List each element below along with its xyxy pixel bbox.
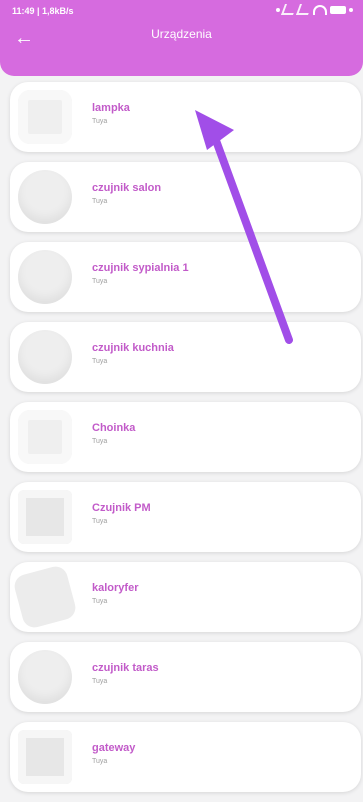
device-thumbnail bbox=[18, 410, 72, 464]
device-brand: Tuya bbox=[92, 518, 108, 525]
device-name: czujnik sypialnia 1 bbox=[92, 262, 189, 274]
bluetooth-icon bbox=[276, 7, 280, 12]
device-brand: Tuya bbox=[92, 598, 108, 605]
device-brand: Tuya bbox=[92, 358, 108, 365]
device-name: czujnik salon bbox=[92, 182, 162, 194]
device-card[interactable]: gateway Tuya bbox=[10, 722, 361, 792]
device-name: Choinka bbox=[92, 422, 136, 434]
device-thumbnail bbox=[18, 90, 72, 144]
device-card[interactable]: czujnik sypialnia 1 Tuya bbox=[10, 242, 361, 312]
device-name: Czujnik PM bbox=[92, 502, 151, 514]
device-brand: Tuya bbox=[92, 198, 108, 205]
page-title: Urządzenia bbox=[151, 27, 212, 41]
status-time: 11:49 | 1,8kB/s bbox=[12, 6, 74, 16]
signal-icon-2 bbox=[295, 4, 313, 15]
battery-icon bbox=[330, 5, 346, 14]
device-name: czujnik taras bbox=[92, 662, 159, 674]
charging-icon bbox=[349, 7, 353, 12]
device-card[interactable]: Czujnik PM Tuya bbox=[10, 482, 361, 552]
wifi-icon bbox=[313, 4, 327, 15]
app-bar: 11:49 | 1,8kB/s ← Urządzenia bbox=[0, 0, 363, 76]
device-card[interactable]: czujnik kuchnia Tuya bbox=[10, 322, 361, 392]
device-brand: Tuya bbox=[92, 758, 108, 765]
device-thumbnail bbox=[11, 563, 79, 631]
device-brand: Tuya bbox=[92, 678, 108, 685]
device-card[interactable]: kaloryfer Tuya bbox=[10, 562, 361, 632]
device-list: lampka Tuya czujnik salon Tuya czujnik s… bbox=[10, 82, 361, 802]
device-thumbnail bbox=[18, 650, 72, 704]
signal-icon bbox=[280, 4, 298, 15]
device-thumbnail bbox=[18, 490, 72, 544]
device-name: gateway bbox=[92, 742, 136, 754]
device-brand: Tuya bbox=[92, 278, 108, 285]
device-thumbnail bbox=[18, 250, 72, 304]
device-name: czujnik kuchnia bbox=[92, 342, 174, 354]
device-name: lampka bbox=[92, 102, 130, 114]
device-thumbnail bbox=[18, 730, 72, 784]
device-brand: Tuya bbox=[92, 118, 108, 125]
device-card[interactable]: czujnik taras Tuya bbox=[10, 642, 361, 712]
device-name: kaloryfer bbox=[92, 582, 139, 594]
device-card[interactable]: lampka Tuya bbox=[10, 82, 361, 152]
device-card[interactable]: Choinka Tuya bbox=[10, 402, 361, 472]
device-brand: Tuya bbox=[92, 438, 108, 445]
status-icons bbox=[276, 4, 353, 15]
device-card[interactable]: czujnik salon Tuya bbox=[10, 162, 361, 232]
device-thumbnail bbox=[18, 330, 72, 384]
device-thumbnail bbox=[18, 170, 72, 224]
